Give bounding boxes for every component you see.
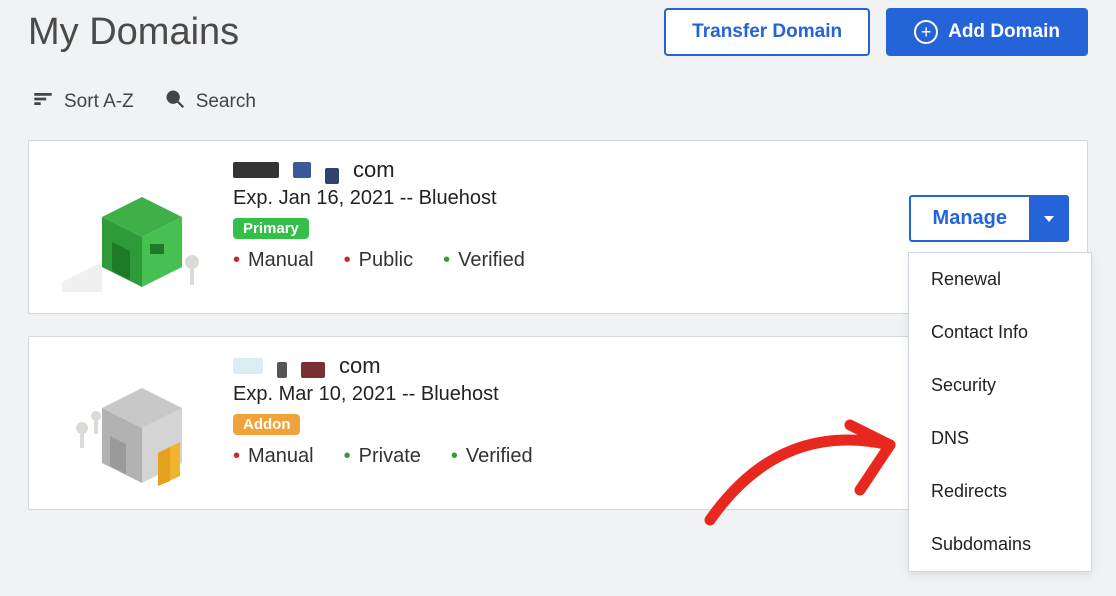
page-title: My Domains <box>28 11 239 54</box>
toolbar: Sort A-Z Search <box>28 88 1088 116</box>
dropdown-item-renewal[interactable]: Renewal <box>909 253 1091 306</box>
primary-badge: Primary <box>233 218 309 239</box>
dropdown-item-security[interactable]: Security <box>909 359 1091 412</box>
manage-group: Manage <box>909 195 1069 242</box>
redacted-text <box>277 362 287 378</box>
tag-manual: •Manual <box>233 445 314 468</box>
addon-badge: Addon <box>233 414 300 435</box>
domain-thumbnail <box>47 157 217 297</box>
sort-label: Sort A-Z <box>64 91 134 113</box>
domain-tld: com <box>339 353 381 379</box>
domain-tld: com <box>353 157 395 183</box>
caret-down-icon <box>1044 216 1054 222</box>
header-buttons: Transfer Domain + Add Domain <box>664 8 1088 56</box>
redacted-text <box>233 162 279 178</box>
dropdown-item-dns[interactable]: DNS <box>909 412 1091 465</box>
tag-verified: •Verified <box>451 445 533 468</box>
domain-name-row: com <box>233 157 1069 183</box>
search-label: Search <box>196 91 256 113</box>
sort-button[interactable]: Sort A-Z <box>32 88 134 116</box>
tag-manual: •Manual <box>233 249 314 272</box>
plus-circle-icon: + <box>914 20 938 44</box>
transfer-domain-button[interactable]: Transfer Domain <box>664 8 870 56</box>
tag-verified: •Verified <box>443 249 525 272</box>
search-button[interactable]: Search <box>164 88 256 116</box>
redacted-text <box>293 162 311 178</box>
tag-private: •Private <box>344 445 421 468</box>
add-domain-button[interactable]: + Add Domain <box>886 8 1088 56</box>
domain-thumbnail <box>47 353 217 493</box>
redacted-text <box>325 168 339 184</box>
page-header: My Domains Transfer Domain + Add Domain <box>28 8 1088 56</box>
redacted-text <box>301 362 325 378</box>
tag-public: •Public <box>344 249 414 272</box>
add-domain-label: Add Domain <box>948 21 1060 43</box>
manage-dropdown-menu: Renewal Contact Info Security DNS Redire… <box>908 252 1092 572</box>
sort-icon <box>32 88 54 116</box>
dropdown-item-subdomains[interactable]: Subdomains <box>909 518 1091 571</box>
manage-button[interactable]: Manage <box>909 195 1031 242</box>
manage-dropdown-toggle[interactable] <box>1031 195 1069 242</box>
search-icon <box>164 88 186 116</box>
dropdown-item-contact-info[interactable]: Contact Info <box>909 306 1091 359</box>
dropdown-item-redirects[interactable]: Redirects <box>909 465 1091 518</box>
redacted-text <box>233 358 263 374</box>
